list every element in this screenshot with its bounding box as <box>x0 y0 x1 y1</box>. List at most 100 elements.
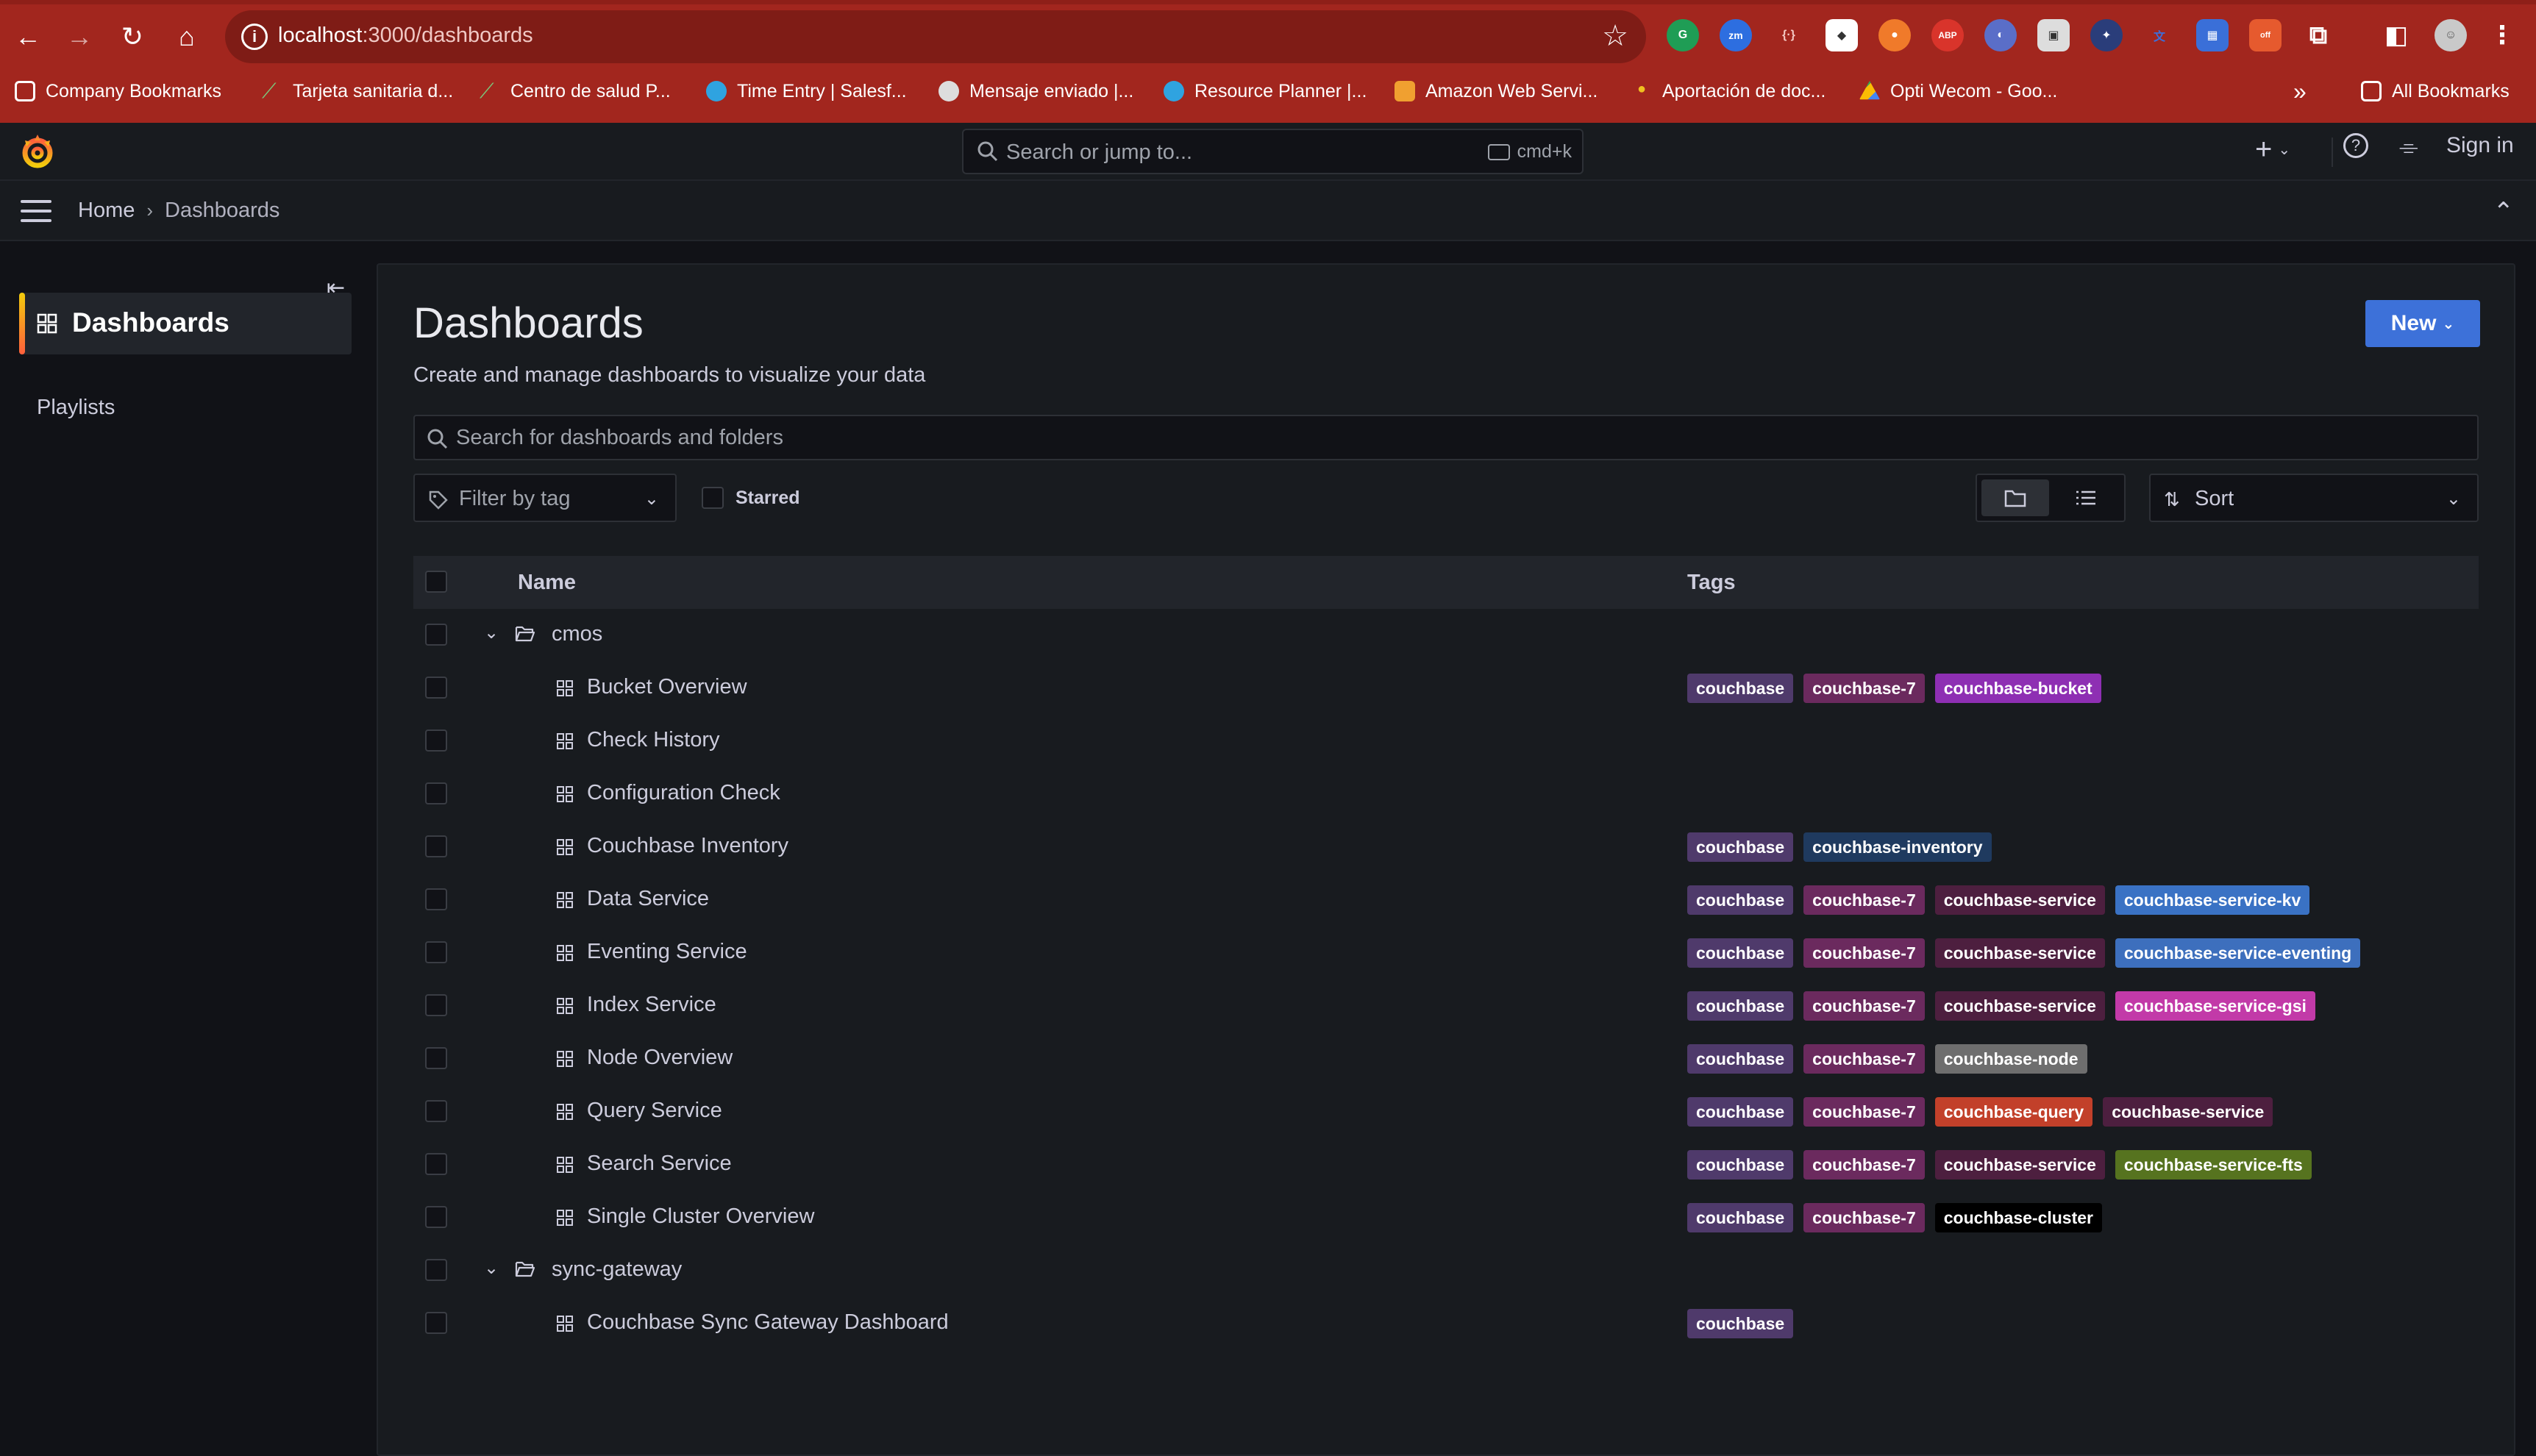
folder-name[interactable]: sync-gateway <box>552 1257 682 1282</box>
password-extension-icon[interactable]: ◆ <box>1826 19 1858 51</box>
tag-badge[interactable]: couchbase-service-eventing <box>2115 938 2361 968</box>
add-menu-button[interactable]: + ⌄ <box>2255 133 2290 166</box>
row-checkbox[interactable] <box>425 994 447 1016</box>
dashboard-row[interactable]: Couchbase Inventory couchbase couchbase-in… <box>413 821 2479 874</box>
side-panel-icon[interactable]: ◧ <box>2380 19 2412 51</box>
tag-badge[interactable]: couchbase <box>1687 674 1794 703</box>
dashboard-row[interactable]: Single Cluster Overview couchbase couchbas… <box>413 1191 2479 1244</box>
tag-badge[interactable]: couchbase <box>1687 1097 1794 1127</box>
code-extension-icon[interactable]: {·} <box>1773 19 1805 51</box>
off-extension-icon[interactable]: off <box>2249 19 2282 51</box>
row-checkbox[interactable] <box>425 941 447 963</box>
tag-badge[interactable]: couchbase-service <box>1934 938 2105 968</box>
zoom-extension-icon[interactable]: zm <box>1720 19 1752 51</box>
bookmarks-overflow-icon[interactable]: » <box>2293 76 2307 106</box>
dashboard-name[interactable]: Eventing Service <box>587 940 747 964</box>
tag-badge[interactable]: couchbase <box>1687 1150 1794 1180</box>
dashboard-name[interactable]: Node Overview <box>587 1046 733 1070</box>
tag-badge[interactable]: couchbase-service-kv <box>2115 885 2310 915</box>
dashboard-name[interactable]: Configuration Check <box>587 781 780 805</box>
forward-icon[interactable]: → <box>59 16 100 57</box>
tag-badge[interactable]: couchbase <box>1687 1044 1794 1074</box>
dashboard-row[interactable]: Node Overview couchbase couchbase-7 couchba… <box>413 1032 2479 1085</box>
chevron-up-icon[interactable]: ⌃ <box>2493 197 2515 226</box>
translator-extension-icon[interactable]: 文 <box>2143 19 2176 51</box>
home-icon[interactable]: ⌂ <box>166 16 207 57</box>
row-checkbox[interactable] <box>425 1259 447 1281</box>
row-checkbox[interactable] <box>425 1100 447 1122</box>
row-checkbox[interactable] <box>425 729 447 752</box>
folder-row[interactable]: ⌄ sync-gateway <box>413 1244 2479 1297</box>
global-search[interactable]: Search or jump to... cmd+k <box>962 129 1584 174</box>
grafana-logo-icon[interactable] <box>18 132 57 171</box>
tag-badge[interactable]: couchbase-7 <box>1803 674 1925 703</box>
row-checkbox[interactable] <box>425 782 447 804</box>
tag-badge[interactable]: couchbase-7 <box>1803 1150 1925 1180</box>
tag-badge[interactable]: couchbase <box>1687 938 1794 968</box>
adblock-extension-icon[interactable]: ABP <box>1931 19 1964 51</box>
row-checkbox[interactable] <box>425 888 447 910</box>
list-view-button[interactable] <box>2052 479 2120 516</box>
dashboard-name[interactable]: Bucket Overview <box>587 675 747 699</box>
row-checkbox[interactable] <box>425 835 447 857</box>
dashboard-name[interactable]: Couchbase Inventory <box>587 834 788 858</box>
row-checkbox[interactable] <box>425 1312 447 1334</box>
grid-extension-icon[interactable]: ▦ <box>2196 19 2229 51</box>
dashboard-row[interactable]: Query Service couchbase couchbase-7 couchba… <box>413 1085 2479 1138</box>
news-feed-icon[interactable]: ⌯ <box>2399 133 2418 161</box>
dashboard-search-input[interactable] <box>456 416 2442 459</box>
row-checkbox[interactable] <box>425 1153 447 1175</box>
dashboard-name[interactable]: Single Cluster Overview <box>587 1205 814 1229</box>
breadcrumb-home[interactable]: Home <box>78 199 135 223</box>
tag-badge[interactable]: couchbase <box>1687 885 1794 915</box>
tag-badge[interactable]: couchbase-service-fts <box>2115 1150 2312 1180</box>
tag-badge[interactable]: couchbase-7 <box>1803 1203 1925 1232</box>
dashboard-name[interactable]: Check History <box>587 728 720 752</box>
dashboard-search[interactable] <box>413 415 2479 460</box>
sign-in-link[interactable]: Sign in <box>2446 133 2514 158</box>
dashboard-name[interactable]: Query Service <box>587 1099 722 1123</box>
bookmark-star-icon[interactable]: ☆ <box>1602 19 1628 53</box>
row-checkbox[interactable] <box>425 1047 447 1069</box>
starred-checkbox[interactable] <box>702 487 724 509</box>
tag-badge[interactable]: couchbase-node <box>1934 1044 2087 1074</box>
bug-extension-icon[interactable]: ✦ <box>2090 19 2123 51</box>
folder-name[interactable]: cmos <box>552 622 602 646</box>
dashboard-name[interactable]: Data Service <box>587 887 709 911</box>
chevron-down-icon[interactable]: ⌄ <box>484 622 499 643</box>
tag-badge[interactable]: couchbase-bucket <box>1934 674 2101 703</box>
bookmark-company[interactable]: Company Bookmarks <box>15 76 221 106</box>
row-checkbox[interactable] <box>425 624 447 646</box>
menu-icon[interactable] <box>21 200 51 222</box>
bookmark-tarjeta[interactable]: ⟋ Tarjeta sanitaria d... <box>262 76 453 106</box>
tag-badge[interactable]: couchbase-7 <box>1803 1097 1925 1127</box>
tag-badge[interactable]: couchbase-inventory <box>1803 832 1992 862</box>
bookmark-centro[interactable]: ⟋ Centro de salud P... <box>480 76 671 106</box>
dashboard-row[interactable]: Bucket Overview couchbase couchbase-7 couch… <box>413 662 2479 715</box>
tag-badge[interactable]: couchbase-service-gsi <box>2115 991 2315 1021</box>
bookmark-opti-wecom[interactable]: Opti Wecom - Goo... <box>1859 76 2057 106</box>
dashboard-row[interactable]: Check History <box>413 715 2479 768</box>
dashboard-row[interactable]: Eventing Service couchbase couchbase-7 couc… <box>413 927 2479 979</box>
dashboard-row[interactable]: Index Service couchbase couchbase-7 couchba… <box>413 979 2479 1032</box>
url-text[interactable]: localhost:3000/dashboards <box>278 24 533 48</box>
bookmark-aportacion[interactable]: ● Aportación de doc... <box>1631 76 1826 106</box>
tag-badge[interactable]: couchbase-query <box>1934 1097 2093 1127</box>
address-bar[interactable]: i localhost:3000/dashboards ☆ <box>225 10 1646 63</box>
bookmark-time-entry[interactable]: Time Entry | Salesf... <box>706 76 907 106</box>
grammarly-extension-icon[interactable]: G <box>1667 19 1699 51</box>
dashboard-name[interactable]: Search Service <box>587 1152 732 1176</box>
new-button[interactable]: New ⌄ <box>2365 300 2480 347</box>
screenshot-extension-icon[interactable]: ▣ <box>2037 19 2070 51</box>
all-bookmarks[interactable]: All Bookmarks <box>2361 76 2510 106</box>
dashboard-row[interactable]: Data Service couchbase couchbase-7 couchbas… <box>413 874 2479 927</box>
tag-badge[interactable]: couchbase <box>1687 832 1794 862</box>
back-icon[interactable]: ← <box>7 16 49 57</box>
filter-by-tag-select[interactable]: Filter by tag ⌄ <box>413 474 677 522</box>
tag-badge[interactable]: couchbase-7 <box>1803 938 1925 968</box>
row-checkbox[interactable] <box>425 1206 447 1228</box>
bookmark-mensaje[interactable]: Mensaje enviado |... <box>938 76 1133 106</box>
postman-extension-icon[interactable]: ● <box>1878 19 1911 51</box>
tag-badge[interactable]: couchbase-service <box>1934 1150 2105 1180</box>
tag-badge[interactable]: couchbase-service <box>2103 1097 2273 1127</box>
